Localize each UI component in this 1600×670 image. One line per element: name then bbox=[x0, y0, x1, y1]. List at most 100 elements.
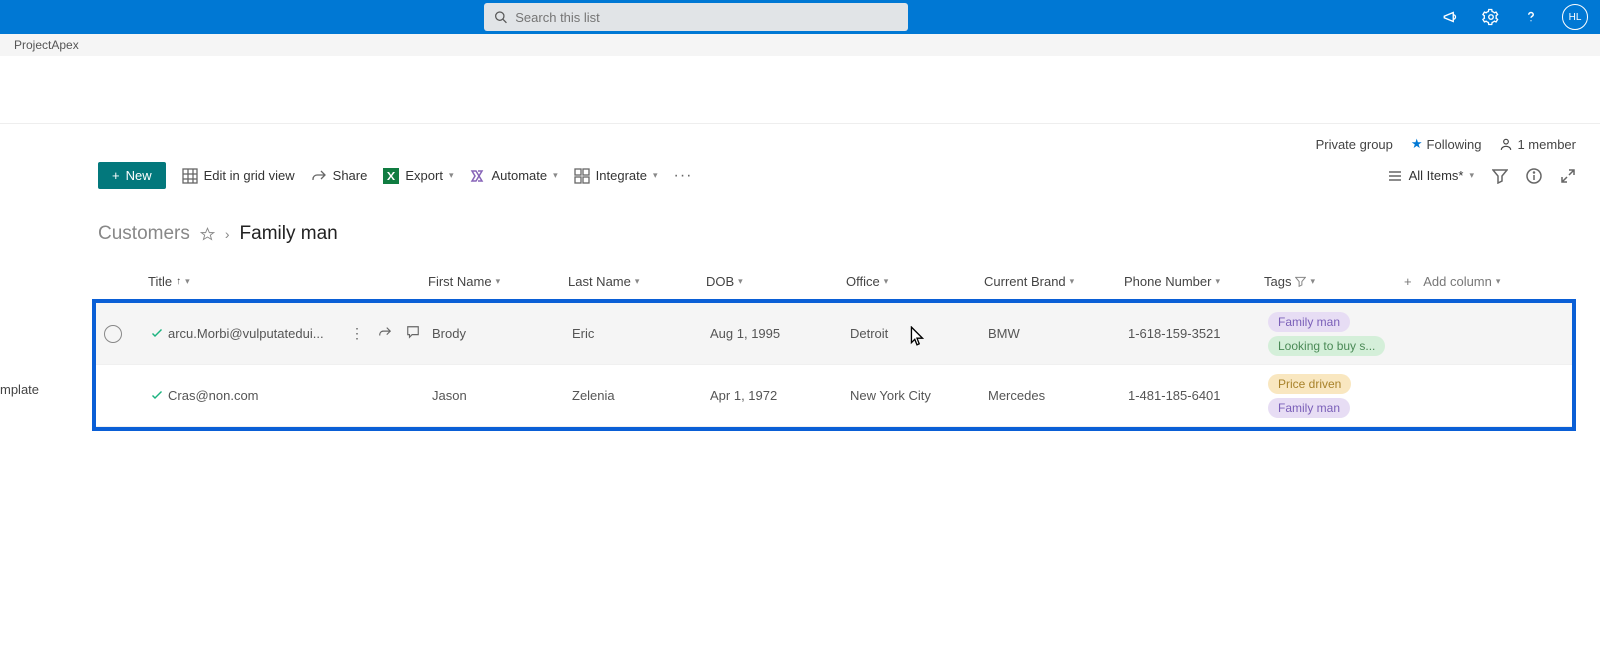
expand-icon[interactable] bbox=[1560, 168, 1576, 184]
col-office[interactable]: Office▾ bbox=[846, 274, 984, 289]
column-headers: Title↑▾ First Name▾ Last Name▾ DOB▾ Offi… bbox=[0, 263, 1600, 299]
search-input[interactable] bbox=[515, 10, 898, 25]
sort-asc-icon: ↑ bbox=[176, 276, 181, 287]
chevron-down-icon: ▾ bbox=[449, 170, 454, 181]
comment-icon[interactable] bbox=[406, 325, 420, 339]
title-text[interactable]: arcu.Morbi@vulputatedui... bbox=[168, 326, 324, 341]
automate-label: Automate bbox=[491, 168, 547, 183]
grid-icon bbox=[182, 168, 198, 184]
col-first-name[interactable]: First Name▾ bbox=[428, 274, 568, 289]
megaphone-icon[interactable] bbox=[1442, 8, 1460, 26]
settings-icon[interactable] bbox=[1482, 8, 1500, 26]
chevron-down-icon: ▾ bbox=[738, 276, 743, 287]
tag-pill[interactable]: Family man bbox=[1268, 312, 1350, 332]
cell-dob: Aug 1, 1995 bbox=[710, 326, 850, 341]
privacy-label: Private group bbox=[1316, 137, 1393, 152]
follow-label: Following bbox=[1427, 137, 1482, 152]
table-row[interactable]: arcu.Morbi@vulputatedui... ⋮ Brody Eric … bbox=[96, 303, 1572, 365]
list-icon bbox=[1387, 168, 1403, 184]
cell-phone: 1-481-185-6401 bbox=[1128, 388, 1268, 403]
integrate-button[interactable]: Integrate ▾ bbox=[574, 168, 658, 184]
flow-icon bbox=[469, 168, 485, 184]
cell-first-name: Jason bbox=[432, 388, 572, 403]
table-row[interactable]: Cras@non.com Jason Zelenia Apr 1, 1972 N… bbox=[96, 365, 1572, 427]
help-icon[interactable] bbox=[1522, 8, 1540, 26]
cell-last-name: Eric bbox=[572, 326, 710, 341]
cell-office: Detroit bbox=[850, 326, 988, 341]
breadcrumb-current: Family man bbox=[240, 223, 338, 245]
cell-brand: Mercedes bbox=[988, 388, 1128, 403]
automate-button[interactable]: Automate ▾ bbox=[469, 168, 557, 184]
edit-grid-button[interactable]: Edit in grid view bbox=[182, 168, 295, 184]
info-icon[interactable] bbox=[1526, 168, 1542, 184]
chevron-down-icon: ▾ bbox=[553, 170, 558, 181]
add-column-button[interactable]: + Add column▾ bbox=[1404, 274, 1524, 289]
cell-dob: Apr 1, 1972 bbox=[710, 388, 850, 403]
header-actions: HL bbox=[1442, 4, 1588, 30]
col-tags[interactable]: Tags▾ bbox=[1264, 274, 1404, 289]
list-breadcrumb: Customers › Family man bbox=[0, 199, 1600, 263]
view-label: All Items* bbox=[1409, 168, 1464, 183]
col-brand[interactable]: Current Brand▾ bbox=[984, 274, 1124, 289]
new-button[interactable]: + New bbox=[98, 162, 166, 189]
col-dob[interactable]: DOB▾ bbox=[706, 274, 846, 289]
site-name[interactable]: ProjectApex bbox=[14, 38, 79, 52]
plus-icon: + bbox=[112, 168, 120, 183]
filtered-items-highlight: arcu.Morbi@vulputatedui... ⋮ Brody Eric … bbox=[92, 299, 1576, 431]
command-bar: + New Edit in grid view Share Export ▾ A… bbox=[0, 152, 1600, 199]
chevron-down-icon: ▾ bbox=[496, 276, 501, 287]
col-title[interactable]: Title↑▾ bbox=[148, 274, 428, 289]
chevron-right-icon: › bbox=[225, 226, 230, 242]
search-box[interactable] bbox=[484, 3, 908, 31]
chevron-down-icon: ▾ bbox=[1070, 276, 1075, 287]
cell-tags: Price driven Family man bbox=[1268, 372, 1408, 420]
cell-tags: Family man Looking to buy s... bbox=[1268, 310, 1408, 358]
cell-phone: 1-618-159-3521 bbox=[1128, 326, 1268, 341]
more-button[interactable]: ··· bbox=[674, 167, 693, 185]
tag-pill[interactable]: Price driven bbox=[1268, 374, 1351, 394]
user-avatar[interactable]: HL bbox=[1562, 4, 1588, 30]
chevron-down-icon: ▾ bbox=[1496, 276, 1501, 287]
more-icon[interactable]: ⋮ bbox=[350, 325, 364, 342]
share-button[interactable]: Share bbox=[311, 168, 368, 184]
export-label: Export bbox=[405, 168, 443, 183]
favorite-icon[interactable] bbox=[200, 227, 215, 242]
chevron-down-icon: ▾ bbox=[185, 276, 190, 287]
share-icon bbox=[311, 168, 327, 184]
integrate-label: Integrate bbox=[596, 168, 647, 183]
new-label: New bbox=[126, 168, 152, 183]
select-circle[interactable] bbox=[104, 325, 122, 343]
chevron-down-icon: ▾ bbox=[1469, 170, 1474, 181]
col-phone[interactable]: Phone Number▾ bbox=[1124, 274, 1264, 289]
follow-button[interactable]: ★ Following bbox=[1411, 136, 1482, 152]
chevron-down-icon: ▾ bbox=[1310, 276, 1315, 287]
export-button[interactable]: Export ▾ bbox=[383, 168, 453, 184]
star-icon: ★ bbox=[1411, 136, 1423, 152]
cell-last-name: Zelenia bbox=[572, 388, 710, 403]
site-breadcrumb: ProjectApex bbox=[0, 34, 1600, 56]
breadcrumb-parent[interactable]: Customers bbox=[98, 223, 190, 245]
chevron-down-icon: ▾ bbox=[884, 276, 889, 287]
title-text[interactable]: Cras@non.com bbox=[168, 388, 259, 403]
cell-brand: BMW bbox=[988, 326, 1128, 341]
chevron-down-icon: ▾ bbox=[653, 170, 658, 181]
site-header-spacer bbox=[0, 56, 1600, 124]
person-icon bbox=[1499, 137, 1513, 151]
integrate-icon bbox=[574, 168, 590, 184]
group-info: Private group ★ Following 1 member bbox=[0, 124, 1600, 152]
plus-icon: + bbox=[1404, 274, 1412, 289]
suite-header: HL bbox=[0, 0, 1600, 34]
view-selector[interactable]: All Items* ▾ bbox=[1387, 168, 1474, 184]
filter-applied-icon bbox=[1295, 276, 1306, 287]
members-button[interactable]: 1 member bbox=[1499, 137, 1576, 152]
excel-icon bbox=[383, 168, 399, 184]
sidebar-cutoff-label: mplate bbox=[0, 382, 39, 397]
edit-grid-label: Edit in grid view bbox=[204, 168, 295, 183]
share-icon[interactable] bbox=[378, 325, 392, 339]
members-label: 1 member bbox=[1517, 137, 1576, 152]
tag-pill[interactable]: Family man bbox=[1268, 398, 1350, 418]
tag-pill[interactable]: Looking to buy s... bbox=[1268, 336, 1385, 356]
filter-icon[interactable] bbox=[1492, 168, 1508, 184]
chevron-down-icon: ▾ bbox=[635, 276, 640, 287]
col-last-name[interactable]: Last Name▾ bbox=[568, 274, 706, 289]
